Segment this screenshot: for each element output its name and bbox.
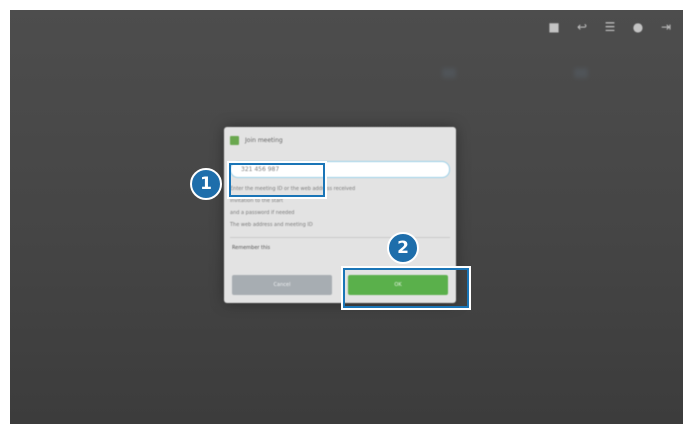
- input-highlight-box: [227, 161, 327, 199]
- cancel-button[interactable]: Cancel: [232, 275, 332, 295]
- dialog-title: Join meeting: [245, 136, 283, 144]
- divider: [230, 237, 450, 238]
- ok-button-highlight-box: [341, 266, 471, 310]
- body-text: invitation to the start: [230, 198, 284, 204]
- background-blur-icon: [442, 68, 456, 78]
- top-toolbar: ■ ↩ ☰ ● ⇥: [547, 16, 673, 38]
- background-blur-icon: [574, 68, 588, 78]
- info-icon[interactable]: ●: [631, 20, 645, 34]
- step-1-callout: 1: [190, 168, 222, 200]
- call-transfer-icon[interactable]: ↩: [575, 20, 589, 34]
- step-2-callout: 2: [387, 232, 419, 264]
- participants-icon[interactable]: ☰: [603, 20, 617, 34]
- dialog-header: Join meeting: [224, 127, 456, 153]
- app-icon: [230, 135, 239, 145]
- video-camera-icon[interactable]: ■: [547, 20, 561, 34]
- exit-icon[interactable]: ⇥: [659, 20, 673, 34]
- body-text: and a password if needed: [230, 210, 295, 216]
- body-text: The web address and meeting ID: [230, 222, 313, 228]
- remember-checkbox[interactable]: Remember this: [232, 245, 270, 251]
